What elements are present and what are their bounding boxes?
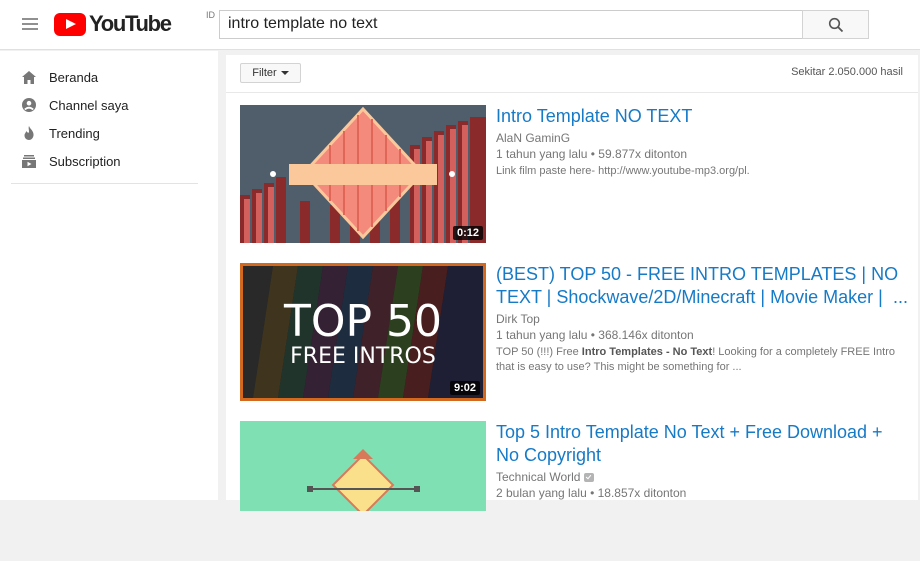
- video-title-line: No Copyright: [496, 445, 602, 465]
- person-icon: [22, 98, 36, 112]
- filter-button[interactable]: Filter: [240, 63, 301, 83]
- search-icon: [828, 17, 843, 32]
- channel-label: Technical World: [496, 470, 581, 484]
- sidebar: Beranda Channel saya Trending Subscripti…: [0, 51, 218, 500]
- video-meta: 1 tahun yang lalu • 368.146x ditonton: [496, 328, 694, 342]
- video-thumbnail[interactable]: TOP 50 FREE INTROS 9:02: [240, 263, 486, 401]
- youtube-logo[interactable]: YouTube ID: [54, 10, 215, 36]
- channel-name[interactable]: Technical World: [496, 469, 908, 485]
- search-input[interactable]: intro template no text: [219, 10, 803, 39]
- sidebar-item-subscription[interactable]: Subscription: [0, 147, 218, 175]
- thumbnail-image: TOP 50 FREE INTROS: [243, 266, 483, 398]
- video-title[interactable]: Intro Template NO TEXT: [496, 105, 908, 128]
- sidebar-item-label: Subscription: [49, 153, 121, 169]
- video-meta: 2 bulan yang lalu • 18.857x ditonton: [496, 486, 687, 500]
- search-button[interactable]: [802, 10, 869, 39]
- duration-badge: 9:02: [449, 381, 480, 395]
- video-description: Link film paste here- http://www.youtube…: [496, 165, 750, 177]
- video-description: TOP 50 (!!!) Free Intro Templates - No T…: [496, 345, 908, 375]
- hamburger-menu-icon[interactable]: [22, 18, 38, 30]
- desc-text: TOP 50 (!!!) Free: [496, 346, 582, 358]
- channel-name[interactable]: AlaN GaminG: [496, 130, 908, 146]
- filter-label: Filter: [252, 67, 277, 79]
- video-meta: 1 tahun yang lalu • 59.877x ditonton: [496, 147, 688, 161]
- sidebar-item-label: Channel saya: [49, 97, 129, 113]
- logo-country-code: ID: [206, 10, 215, 20]
- video-info: (BEST) TOP 50 - FREE INTRO TEMPLATES | N…: [496, 263, 908, 375]
- duration-badge: 0:12: [452, 226, 483, 240]
- desc-highlight: Intro Templates - No Text: [581, 346, 713, 358]
- result-count: Sekitar 2.050.000 hasil: [791, 66, 903, 78]
- video-info: Top 5 Intro Template No Text + Free Down…: [496, 421, 908, 501]
- thumb-title: TOP 50: [283, 296, 442, 347]
- thumbnail-image: [240, 421, 486, 511]
- filter-bar: Filter Sekitar 2.050.000 hasil: [226, 55, 918, 93]
- channel-name[interactable]: Dirk Top: [496, 311, 908, 327]
- video-title-line: TEXT | Shockwave/2D/Minecraft | Movie Ma…: [496, 287, 883, 307]
- video-info: Intro Template NO TEXT AlaN GaminG 1 tah…: [496, 105, 908, 179]
- verified-icon: [584, 473, 595, 483]
- list-item[interactable]: TOP 50 FREE INTROS 9:02 (BEST) TOP 50 - …: [240, 263, 910, 403]
- sidebar-item-home[interactable]: Beranda: [0, 63, 218, 91]
- list-item[interactable]: Top 5 Intro Template No Text + Free Down…: [240, 421, 910, 561]
- sidebar-item-label: Trending: [49, 125, 100, 141]
- video-title-line: Top 5 Intro Template No Text + Free Down…: [496, 422, 883, 442]
- subscriptions-icon: [22, 154, 36, 168]
- thumbnail-image: [240, 105, 486, 243]
- sidebar-item-trending[interactable]: Trending: [0, 119, 218, 147]
- list-item[interactable]: 0:12 Intro Template NO TEXT AlaN GaminG …: [240, 105, 910, 245]
- video-title-line: (BEST) TOP 50 - FREE INTRO TEMPLATES | N…: [496, 264, 899, 284]
- caret-down-icon: [280, 71, 289, 75]
- thumb-subtitle: FREE INTROS: [290, 344, 436, 369]
- sidebar-item-label: Beranda: [49, 69, 99, 85]
- search-results-panel: Filter Sekitar 2.050.000 hasil 0:12 Intr…: [226, 55, 918, 511]
- flame-icon: [22, 126, 36, 140]
- sidebar-divider: [11, 183, 198, 184]
- video-thumbnail[interactable]: 0:12: [240, 105, 486, 243]
- video-title[interactable]: (BEST) TOP 50 - FREE INTRO TEMPLATES | N…: [496, 263, 908, 309]
- logo-text: YouTube: [89, 11, 172, 36]
- top-bar: YouTube ID intro template no text: [0, 0, 920, 50]
- play-logo-icon: [54, 12, 86, 36]
- sidebar-item-my-channel[interactable]: Channel saya: [0, 91, 218, 119]
- video-title[interactable]: Top 5 Intro Template No Text + Free Down…: [496, 421, 908, 467]
- home-icon: [22, 70, 36, 84]
- title-ellipsis: ...: [886, 286, 908, 309]
- video-thumbnail[interactable]: [240, 421, 486, 511]
